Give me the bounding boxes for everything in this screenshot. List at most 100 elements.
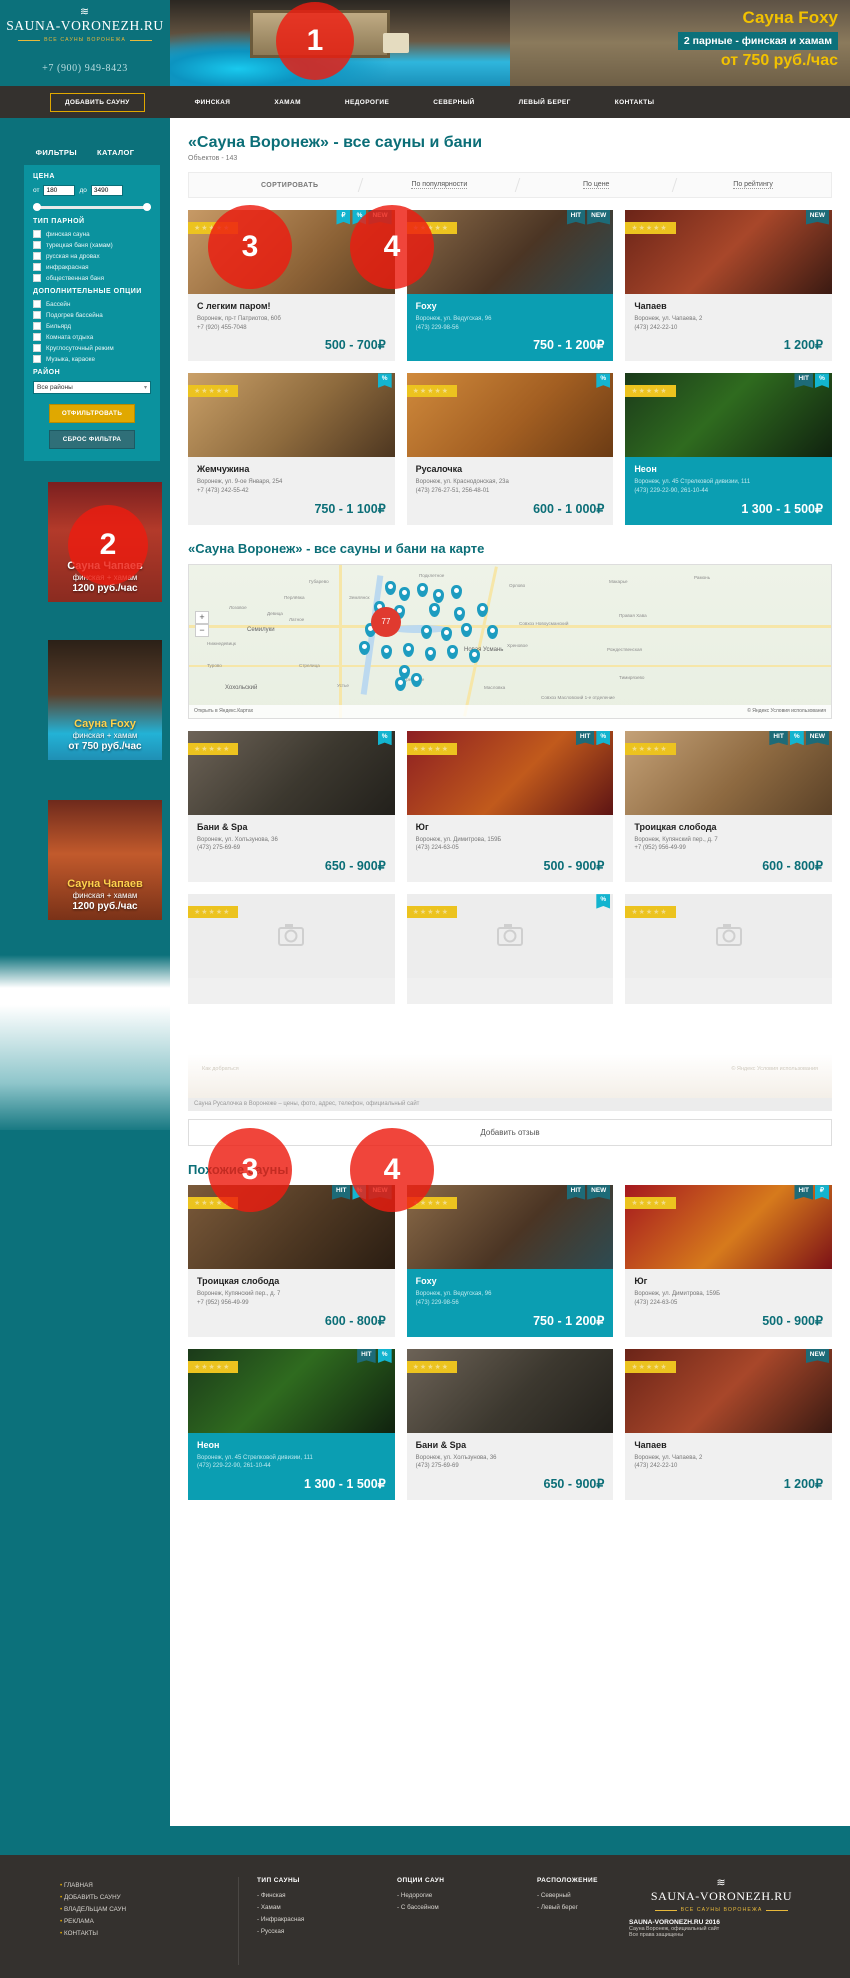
card-title[interactable]: Жемчужина <box>197 464 386 474</box>
card-phone[interactable]: +7 (920) 455-7048 <box>197 325 247 331</box>
card-title[interactable]: Бани & Spa <box>197 822 386 832</box>
footer-link-vladelcam-saun[interactable]: ВЛАДЕЛЬЦАМ САУН <box>60 1906 220 1913</box>
map-pin[interactable] <box>461 622 472 637</box>
card-title[interactable]: С легким паром! <box>197 301 386 311</box>
card-image[interactable]: ★★★★★ NEW <box>625 210 832 294</box>
card-phone[interactable]: (473) 275-69-69 <box>416 1463 459 1469</box>
card-phone[interactable]: (473) 224-63-05 <box>634 1300 677 1306</box>
checkbox-komnata-otdyha[interactable]: Комната отдыха <box>33 333 151 341</box>
map-pin[interactable] <box>359 640 370 655</box>
map-pin[interactable] <box>385 580 396 595</box>
card-image[interactable]: ★★★★★ HIT % <box>188 1348 395 1433</box>
checkbox-russkaya-na-drovah[interactable]: русская на дровах <box>33 252 151 260</box>
card-title[interactable]: Foxy <box>416 1276 605 1286</box>
checkbox-box[interactable] <box>33 230 41 238</box>
footer-link-dobavit-saunu[interactable]: ДОБАВИТЬ САУНУ <box>60 1894 220 1901</box>
checkbox-basseyn[interactable]: Бассейн <box>33 300 151 308</box>
sauna-card[interactable]: ★★★★★ <box>188 894 395 1005</box>
sauna-card[interactable]: ★★★★★ <box>625 894 832 1005</box>
tab-filters[interactable]: ФИЛЬТРЫ <box>36 148 77 157</box>
map-pin[interactable] <box>399 586 410 601</box>
nav-item-kontakty[interactable]: КОНТАКТЫ <box>615 99 655 106</box>
map-pin[interactable] <box>487 624 498 639</box>
card-image[interactable]: ★★★★★ % <box>188 730 395 815</box>
card-title[interactable]: Чапаев <box>634 1440 823 1450</box>
price-from-input[interactable] <box>43 185 76 196</box>
checkbox-infrakrasnaya[interactable]: инфракрасная <box>33 263 151 271</box>
map-cluster-marker[interactable]: 77 <box>371 606 401 637</box>
card-phone[interactable]: (473) 229-22-90, 261-10-44 <box>197 1463 271 1469</box>
checkbox-kruglosutochnyy-rezhim[interactable]: Круглосуточный режим <box>33 344 151 352</box>
footer-link-finskaya[interactable]: - Финская <box>257 1892 397 1899</box>
nav-item-nedorogie[interactable]: НЕДОРОГИЕ <box>345 99 389 106</box>
map-pin[interactable] <box>403 642 414 657</box>
map-pin[interactable] <box>441 626 452 641</box>
card-image[interactable]: ★★★★★ % <box>188 373 395 458</box>
card-image[interactable]: ★★★★★ HIT ₽ <box>625 1185 832 1270</box>
card-title[interactable]: Русалочка <box>416 464 605 474</box>
card-phone[interactable]: (473) 229-98-56 <box>416 325 459 331</box>
footer-link-russkaya[interactable]: - Русская <box>257 1928 397 1935</box>
footer-link-hamam[interactable]: - Хамам <box>257 1904 397 1911</box>
add-review-button[interactable]: Добавить отзыв <box>188 1119 832 1147</box>
card-image-placeholder[interactable]: ★★★★★ <box>188 894 395 979</box>
tab-catalog[interactable]: КАТАЛОГ <box>97 148 134 157</box>
checkbox-box[interactable] <box>33 355 41 363</box>
checkbox-box[interactable] <box>33 311 41 319</box>
apply-filter-button[interactable]: ОТФИЛЬТРОВАТЬ <box>49 404 135 423</box>
footer-link-infrakrasnaya[interactable]: - Инфракрасная <box>257 1916 397 1923</box>
route-map-strip[interactable]: Как добраться © Яндекс Условия использов… <box>188 1054 832 1099</box>
checkbox-podogrev-basseyna[interactable]: Подогрев бассейна <box>33 311 151 319</box>
card-title[interactable]: Неон <box>634 464 823 474</box>
card-title[interactable]: Foxy <box>416 301 605 311</box>
hero-banner[interactable]: Сауна Foxy 2 парные - финская и хамам от… <box>170 0 850 86</box>
sauna-card[interactable]: ★★★★★ HIT % NEW Троицкая слобода Воронеж… <box>188 1185 395 1337</box>
map-pin[interactable] <box>454 606 465 621</box>
checkbox-box[interactable] <box>33 333 41 341</box>
card-phone[interactable]: +7 (952) 956-49-99 <box>634 845 686 851</box>
sort-by-price[interactable]: По цене <box>583 181 610 189</box>
map-zoom-controls[interactable]: + − <box>195 610 209 637</box>
checkbox-box[interactable] <box>33 241 41 249</box>
card-title[interactable]: Неон <box>197 1440 386 1450</box>
map-zoom-out-button[interactable]: − <box>195 623 209 637</box>
card-phone[interactable]: (473) 229-98-56 <box>416 1300 459 1306</box>
price-slider[interactable] <box>33 202 151 212</box>
map-pin[interactable] <box>425 646 436 661</box>
card-image[interactable]: ★★★★★ HIT NEW <box>406 210 614 294</box>
checkbox-muzyka-karaoke[interactable]: Музыка, караоке <box>33 355 151 363</box>
card-phone[interactable]: (473) 275-69-69 <box>197 845 240 851</box>
card-title[interactable]: Юг <box>416 822 605 832</box>
sauna-card[interactable]: ★★★★★ HIT NEW Foxy Воронеж, ул. Ведугска… <box>406 210 614 362</box>
card-phone[interactable]: (473) 224-63-05 <box>416 845 459 851</box>
checkbox-obshchestvennaya-banya[interactable]: общественная баня <box>33 274 151 282</box>
saunas-map[interactable]: Губарево Подклетное Орлово Макарье Рамон… <box>188 563 832 719</box>
sauna-card[interactable]: ★★★★★ HIT % Неон Воронеж, ул. 45 Стрелко… <box>188 1348 395 1500</box>
card-image-placeholder[interactable]: ★★★★★ % <box>406 894 614 979</box>
sidebar-promo-2[interactable]: Сауна Foxy финская + хамам от 750 руб./ч… <box>48 640 162 760</box>
map-pin[interactable] <box>433 588 444 603</box>
map-pin[interactable] <box>411 672 422 687</box>
sauna-card[interactable]: ★★★★★ HIT ₽ Юг Воронеж, ул. Димитрова, 1… <box>625 1185 832 1337</box>
footer-link-nedorogie[interactable]: - Недорогие <box>397 1892 537 1899</box>
map-pin[interactable] <box>381 644 392 659</box>
footer-link-s-basseynom[interactable]: - С бассейном <box>397 1904 537 1911</box>
nav-item-finskaya[interactable]: ФИНСКАЯ <box>195 99 231 106</box>
checkbox-box[interactable] <box>33 274 41 282</box>
checkbox-box[interactable] <box>33 252 41 260</box>
checkbox-box[interactable] <box>33 344 41 352</box>
map-open-link[interactable]: Открыть в Яндекс.Картах <box>194 708 253 714</box>
sauna-card[interactable]: ★★★★★ Бани & Spa Воронеж, ул. Холъзунова… <box>406 1348 614 1500</box>
sauna-card[interactable]: ★★★★★ HIT NEW Foxy Воронеж, ул. Ведугска… <box>406 1185 614 1337</box>
sauna-card[interactable]: ★★★★★ % Жемчужина Воронеж, ул. 9-ое Янва… <box>188 373 395 525</box>
price-to-input[interactable] <box>90 185 123 196</box>
footer-link-glavnaya[interactable]: ГЛАВНАЯ <box>60 1882 220 1889</box>
sauna-card[interactable]: ★★★★★ % Бани & Spa Воронеж, ул. Холъзуно… <box>188 730 395 883</box>
map-pin[interactable] <box>451 584 462 599</box>
map-pin[interactable] <box>447 644 458 659</box>
map-pin[interactable] <box>417 582 428 597</box>
sidebar-promo-3[interactable]: Сауна Чапаев финская + хамам 1200 руб./ч… <box>48 800 162 920</box>
checkbox-bilyard[interactable]: Бильярд <box>33 322 151 330</box>
map-pin[interactable] <box>429 602 440 617</box>
checkbox-finskaya-sauna[interactable]: финская сауна <box>33 230 151 238</box>
